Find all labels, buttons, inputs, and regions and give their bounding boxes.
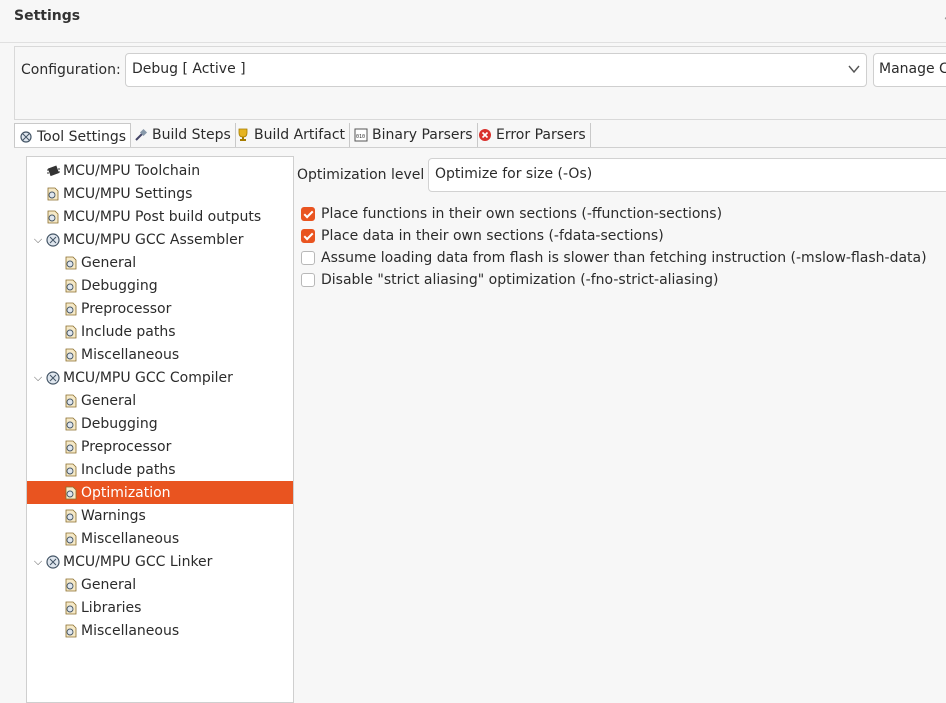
checkbox[interactable] [301,207,315,221]
tab-error-parsers[interactable]: Error Parsers [474,123,591,147]
expand-chevron-icon[interactable]: ⌵ [31,233,45,247]
option-data-sections[interactable]: Place data in their own sections (-fdata… [301,226,664,246]
tree-item-cc-optimization[interactable]: Optimization [27,481,293,504]
build-steps-icon [135,128,148,141]
configuration-value: Debug [ Active ] [132,61,246,77]
settings-page-icon [65,302,77,315]
tree-item-asm-preprocessor[interactable]: Preprocessor [27,297,293,320]
tree-item-toolchain[interactable]: MCU/MPU Toolchain [27,159,293,182]
tree-item-settings[interactable]: MCU/MPU Settings [27,182,293,205]
settings-page-icon [65,532,77,545]
settings-page-icon [65,440,77,453]
tree-item-ld-miscellaneous[interactable]: Miscellaneous [27,619,293,642]
settings-page-icon [65,394,77,407]
trophy-icon [238,128,248,141]
tree-item-gcc-linker[interactable]: ⌵ MCU/MPU GCC Linker [27,550,293,573]
tree-item-ld-libraries[interactable]: Libraries [27,596,293,619]
settings-page-icon [65,624,77,637]
tree-item-cc-include-paths[interactable]: Include paths [27,458,293,481]
manage-configurations-label: Manage Configurations... [879,61,946,77]
settings-page-icon [65,325,77,338]
tree-item-asm-include-paths[interactable]: Include paths [27,320,293,343]
tab-binary-parsers-label: Binary Parsers [372,127,473,143]
tab-tool-settings[interactable]: Tool Settings [14,123,132,149]
optimization-level-select[interactable]: Optimize for size (-Os) [428,158,946,192]
manage-configurations-button[interactable]: Manage Configurations... [873,53,946,87]
expand-chevron-icon[interactable]: ⌵ [31,555,45,569]
tree-item-cc-general[interactable]: General [27,389,293,412]
expand-chevron-icon[interactable]: ⌵ [31,371,45,385]
tool-icon [46,554,60,569]
settings-page-icon [65,279,77,292]
option-slow-flash-data[interactable]: Assume loading data from flash is slower… [301,248,927,268]
settings-tabs: Tool Settings Build Steps Build Artifact… [14,123,946,149]
settings-page-icon [65,256,77,269]
settings-page-icon [47,187,59,200]
settings-page-icon [47,210,59,223]
page-title: Settings [14,8,81,24]
settings-title-bar: Settings ‹ [0,0,946,43]
configuration-select[interactable]: Debug [ Active ] [125,53,867,87]
binary-icon: 010 [354,128,368,142]
tab-build-artifact[interactable]: Build Artifact [232,123,350,147]
settings-page-icon [65,348,77,361]
tree-item-post-build[interactable]: MCU/MPU Post build outputs [27,205,293,228]
checkbox[interactable] [301,229,315,243]
checkbox[interactable] [301,273,315,287]
tree-item-ld-general[interactable]: General [27,573,293,596]
tree-item-cc-miscellaneous[interactable]: Miscellaneous [27,527,293,550]
settings-page-icon [65,417,77,430]
tool-settings-content: MCU/MPU Toolchain MCU/MPU Settings MCU/M… [14,147,946,703]
tab-build-artifact-label: Build Artifact [254,127,345,143]
settings-tree[interactable]: MCU/MPU Toolchain MCU/MPU Settings MCU/M… [26,156,294,703]
tree-item-cc-debugging[interactable]: Debugging [27,412,293,435]
settings-page-icon [65,601,77,614]
option-no-strict-aliasing[interactable]: Disable "strict aliasing" optimization (… [301,270,718,290]
tool-icon [46,232,60,247]
tree-item-cc-preprocessor[interactable]: Preprocessor [27,435,293,458]
tree-item-gcc-assembler[interactable]: ⌵ MCU/MPU GCC Assembler [27,228,293,251]
tab-tool-settings-label: Tool Settings [37,128,127,145]
configuration-label: Configuration: [21,62,121,78]
error-icon [479,129,491,141]
optimization-level-label: Optimization level [297,167,425,183]
tree-item-asm-general[interactable]: General [27,251,293,274]
tab-build-steps[interactable]: Build Steps [130,123,236,147]
tab-binary-parsers[interactable]: 010 Binary Parsers [350,123,478,147]
tree-item-gcc-compiler[interactable]: ⌵ MCU/MPU GCC Compiler [27,366,293,389]
tree-item-asm-debugging[interactable]: Debugging [27,274,293,297]
checkbox[interactable] [301,251,315,265]
optimization-level-value: Optimize for size (-Os) [435,166,593,182]
settings-page-icon [65,578,77,591]
tab-error-parsers-label: Error Parsers [496,127,586,143]
optimization-panel: Optimization level Optimize for size (-O… [297,156,946,696]
tree-item-cc-warnings[interactable]: Warnings [27,504,293,527]
settings-page-icon [65,509,77,522]
option-function-sections[interactable]: Place functions in their own sections (-… [301,204,722,224]
chevron-down-icon [848,65,860,74]
tool-settings-icon [20,130,32,143]
settings-page-icon [65,463,77,476]
configuration-panel: Configuration: Debug [ Active ] Manage C… [14,46,946,120]
tree-item-asm-miscellaneous[interactable]: Miscellaneous [27,343,293,366]
tab-build-steps-label: Build Steps [152,127,231,143]
tool-icon [46,370,60,385]
svg-text:010: 010 [356,134,365,140]
chip-icon [47,165,60,176]
settings-page-icon [65,486,77,499]
